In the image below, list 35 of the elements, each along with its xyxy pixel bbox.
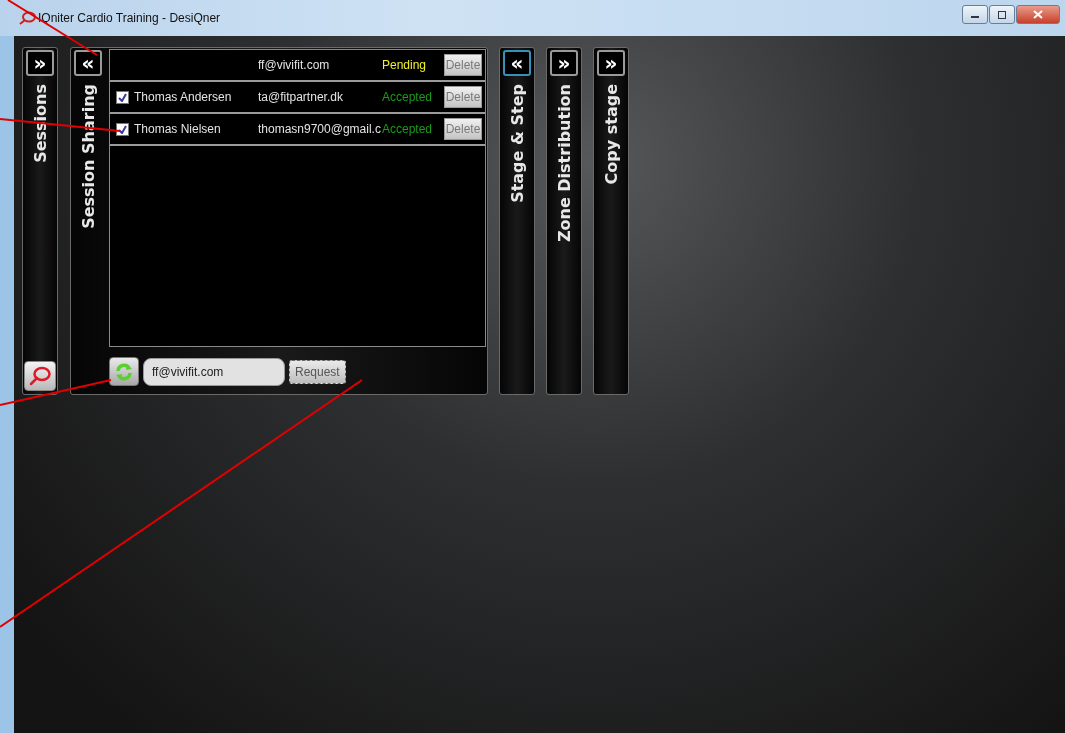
request-button[interactable]: Request bbox=[289, 359, 346, 384]
person-name: Thomas Andersen bbox=[134, 90, 232, 104]
loop-logo-icon bbox=[28, 366, 52, 386]
panel-title: Sessions bbox=[30, 84, 50, 163]
status-text: Accepted bbox=[382, 90, 434, 104]
panel-title: Session Sharing bbox=[78, 84, 98, 229]
email-text: thomasn9700@gmail.c bbox=[258, 122, 382, 136]
checkmark-icon bbox=[117, 92, 127, 102]
refresh-button[interactable] bbox=[109, 357, 139, 386]
maximize-button[interactable] bbox=[989, 5, 1015, 24]
expand-toggle-button[interactable]: « bbox=[74, 50, 102, 76]
panel-title: Stage & Step bbox=[507, 84, 527, 203]
person-name: Thomas Nielsen bbox=[134, 122, 221, 136]
close-button[interactable] bbox=[1016, 5, 1060, 24]
email-input-field[interactable]: ff@vivifit.com bbox=[143, 357, 285, 386]
minimize-button[interactable] bbox=[962, 5, 988, 24]
loop-logo-icon bbox=[18, 11, 36, 25]
panel-title: Copy stage bbox=[601, 84, 621, 185]
close-icon bbox=[1033, 10, 1043, 19]
expand-toggle-button[interactable]: » bbox=[597, 50, 625, 76]
checkbox[interactable] bbox=[115, 122, 129, 136]
refresh-icon bbox=[114, 361, 134, 382]
email-text: ta@fitpartner.dk bbox=[258, 90, 344, 104]
status-text: Pending bbox=[382, 58, 428, 72]
email-text: ff@vivifit.com bbox=[258, 58, 331, 72]
expand-toggle-button[interactable]: » bbox=[550, 50, 578, 76]
expand-toggle-button[interactable]: « bbox=[503, 50, 531, 76]
maximize-icon bbox=[997, 10, 1007, 19]
window-title: IQniter Cardio Training - DesiQner bbox=[38, 10, 221, 26]
expand-toggle-button[interactable]: » bbox=[26, 50, 54, 76]
status-text: Accepted bbox=[382, 122, 434, 136]
checkmark-icon bbox=[117, 124, 127, 134]
logo-button[interactable] bbox=[24, 361, 56, 391]
panel-title: Zone Distribution bbox=[554, 84, 574, 243]
checkbox[interactable] bbox=[115, 90, 129, 104]
